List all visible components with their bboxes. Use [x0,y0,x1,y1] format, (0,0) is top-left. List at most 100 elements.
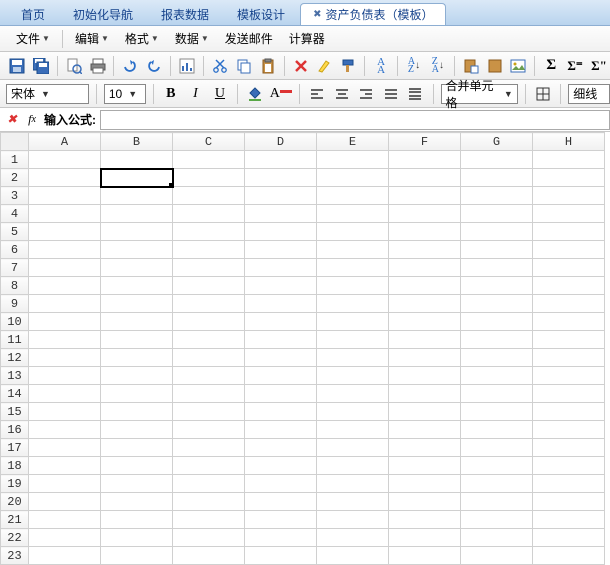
cell[interactable] [101,493,173,511]
menu-send-mail[interactable]: 发送邮件 [217,27,281,50]
cell[interactable] [317,367,389,385]
cell[interactable] [101,367,173,385]
cell[interactable] [173,385,245,403]
cell[interactable] [29,547,101,565]
menu-data[interactable]: 数据▼ [167,27,217,50]
col-header[interactable]: F [389,133,461,151]
row-header[interactable]: 11 [1,331,29,349]
row-header[interactable]: 4 [1,205,29,223]
cell[interactable] [461,151,533,169]
menu-file[interactable]: 文件▼ [8,27,58,50]
col-header[interactable]: H [533,133,605,151]
col-header[interactable]: A [29,133,101,151]
cell[interactable] [317,313,389,331]
cell[interactable] [389,349,461,367]
cell[interactable] [101,529,173,547]
cell[interactable] [101,187,173,205]
cell[interactable] [317,421,389,439]
cell[interactable] [101,421,173,439]
bold-button[interactable]: B [161,83,182,105]
row-header[interactable]: 7 [1,259,29,277]
cell[interactable] [101,439,173,457]
cell[interactable] [461,367,533,385]
cell[interactable] [101,223,173,241]
cell[interactable] [389,511,461,529]
cell[interactable] [461,241,533,259]
cell[interactable] [533,493,605,511]
menu-edit[interactable]: 编辑▼ [67,27,117,50]
cell[interactable] [101,205,173,223]
cell[interactable] [389,367,461,385]
delete-icon[interactable] [290,55,312,77]
row-header[interactable]: 14 [1,385,29,403]
cell[interactable] [317,277,389,295]
formula-input[interactable] [100,110,610,130]
cell[interactable] [101,349,173,367]
cell[interactable] [29,223,101,241]
cell[interactable] [461,169,533,187]
cell[interactable] [245,259,317,277]
cell[interactable] [173,259,245,277]
redo-icon[interactable] [143,55,165,77]
cell[interactable] [317,529,389,547]
cell[interactable] [101,313,173,331]
cell[interactable] [461,205,533,223]
cell[interactable] [29,277,101,295]
cell[interactable] [317,295,389,313]
cell[interactable] [389,475,461,493]
cell[interactable] [245,439,317,457]
cell[interactable] [461,547,533,565]
col-header[interactable]: D [245,133,317,151]
cell[interactable] [245,529,317,547]
merge-cells-select[interactable]: 合并单元格▼ [441,84,518,104]
print-icon[interactable] [87,55,109,77]
cell[interactable] [173,205,245,223]
cell[interactable] [173,277,245,295]
find-replace-icon[interactable]: AA [370,55,392,77]
fill-color-button[interactable] [245,83,266,105]
cell[interactable] [461,457,533,475]
cell[interactable] [389,295,461,313]
row-header[interactable]: 21 [1,511,29,529]
cell[interactable] [245,241,317,259]
save-icon[interactable] [6,55,28,77]
cell[interactable] [389,313,461,331]
align-justify-button[interactable] [380,83,401,105]
border-style-select[interactable]: 细线 [568,84,610,104]
cell[interactable] [461,439,533,457]
sort-asc-icon[interactable]: AZ↓ [403,55,425,77]
cell[interactable] [245,277,317,295]
paste-icon[interactable] [257,55,279,77]
align-left-button[interactable] [307,83,328,105]
cell[interactable] [29,367,101,385]
tab-report-data[interactable]: 报表数据 [148,3,222,25]
cell[interactable] [29,295,101,313]
insert-chart-icon[interactable] [176,55,198,77]
cell[interactable] [389,385,461,403]
cell[interactable] [533,385,605,403]
cell[interactable] [101,385,173,403]
cell[interactable] [317,511,389,529]
cell[interactable] [29,475,101,493]
cell[interactable] [317,241,389,259]
cell[interactable] [245,349,317,367]
cell[interactable] [101,475,173,493]
row-header[interactable]: 12 [1,349,29,367]
cell[interactable] [461,421,533,439]
cell[interactable] [389,547,461,565]
cell[interactable] [389,403,461,421]
cell[interactable] [533,169,605,187]
cell[interactable] [173,241,245,259]
cell[interactable] [173,403,245,421]
sum-col-icon[interactable]: Σ" [588,55,610,77]
cell[interactable] [389,439,461,457]
cell[interactable] [173,349,245,367]
cell[interactable] [29,439,101,457]
cell[interactable] [461,223,533,241]
cell[interactable] [461,277,533,295]
cell[interactable] [101,151,173,169]
align-center-button[interactable] [331,83,352,105]
cell[interactable] [245,547,317,565]
cell[interactable] [245,511,317,529]
cell[interactable] [533,331,605,349]
